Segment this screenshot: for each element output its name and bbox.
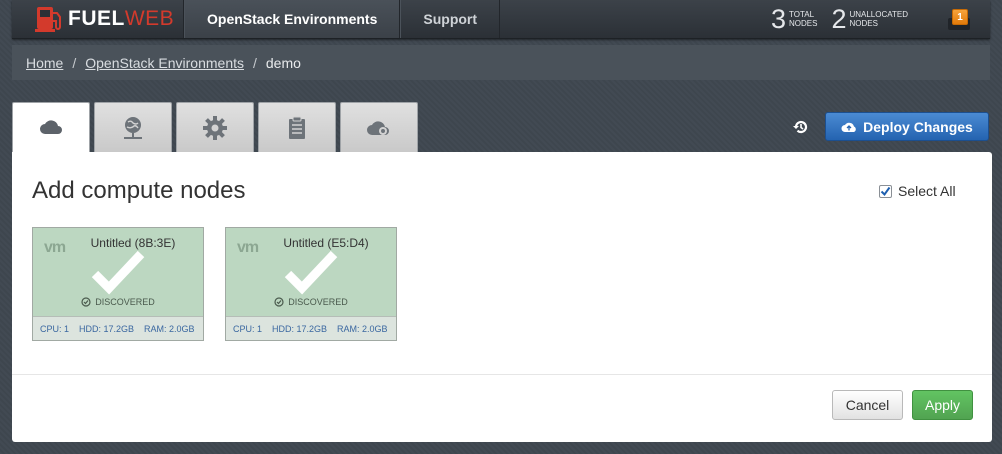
breadcrumb: Home / OpenStack Environments / demo bbox=[12, 45, 990, 80]
unallocated-nodes-label-line1: UNALLOCATED bbox=[849, 10, 908, 19]
environment-tabs bbox=[12, 102, 418, 153]
history-icon[interactable] bbox=[792, 118, 810, 136]
tab-network[interactable] bbox=[94, 102, 172, 152]
node-status: DISCOVERED bbox=[33, 297, 203, 307]
fuelweb-logo[interactable]: FUEL WEB bbox=[12, 0, 184, 38]
brand-fuel-text: FUEL bbox=[68, 7, 125, 30]
cloud-upload-icon bbox=[841, 122, 856, 132]
selected-checkmark-icon bbox=[91, 250, 145, 295]
node-ram: RAM: 2.0GB bbox=[337, 323, 388, 334]
node-specs: CPU: 1 HDD: 17.2GB RAM: 2.0GB bbox=[226, 316, 396, 340]
panel-divider bbox=[12, 374, 992, 375]
deploy-changes-label: Deploy Changes bbox=[863, 118, 973, 135]
node-status-text: DISCOVERED bbox=[288, 297, 348, 307]
tab-health-check[interactable] bbox=[340, 102, 418, 152]
unallocated-nodes-count: 2 bbox=[831, 3, 847, 34]
cloud-health-icon bbox=[367, 120, 389, 135]
checkmark-icon bbox=[880, 186, 891, 196]
node-card[interactable]: vm Untitled (8B:3E) DISCOVERED CPU: 1 HD… bbox=[32, 227, 204, 341]
node-status-text: DISCOVERED bbox=[95, 297, 155, 307]
breadcrumb-separator: / bbox=[72, 54, 77, 71]
nav-support[interactable]: Support bbox=[400, 0, 501, 38]
total-nodes-label: TOTAL NODES bbox=[789, 10, 817, 28]
check-circle-icon bbox=[274, 297, 284, 307]
unallocated-nodes-stat[interactable]: 2 UNALLOCATED NODES bbox=[831, 4, 908, 35]
breadcrumb-current: demo bbox=[265, 54, 301, 71]
tab-nodes[interactable] bbox=[12, 102, 90, 153]
top-navbar: FUEL WEB OpenStack Environments Support 3… bbox=[12, 0, 990, 39]
brand-web-text: WEB bbox=[124, 7, 175, 30]
apply-button[interactable]: Apply bbox=[912, 390, 973, 420]
unallocated-nodes-label: UNALLOCATED NODES bbox=[849, 10, 908, 28]
selected-checkmark-icon bbox=[284, 250, 338, 295]
node-cpu: CPU: 1 bbox=[40, 323, 70, 334]
select-all-toggle[interactable]: Select All bbox=[879, 183, 956, 199]
network-icon bbox=[124, 116, 142, 139]
notifications-button[interactable]: 1 bbox=[946, 6, 972, 32]
total-nodes-label-line1: TOTAL bbox=[788, 10, 815, 19]
tab-settings[interactable] bbox=[176, 102, 254, 152]
clipboard-icon bbox=[289, 116, 305, 139]
total-nodes-stat[interactable]: 3 TOTAL NODES bbox=[771, 4, 817, 35]
select-all-label: Select All bbox=[898, 183, 956, 199]
node-name: Untitled (E5:D4) bbox=[283, 236, 369, 250]
node-stats: 3 TOTAL NODES 2 UNALLOCATED NODES 1 bbox=[771, 0, 990, 38]
add-nodes-panel: Add compute nodes Select All vm Untitled… bbox=[12, 152, 992, 442]
node-ram: RAM: 2.0GB bbox=[144, 323, 195, 334]
node-cpu: CPU: 1 bbox=[233, 323, 263, 334]
breadcrumb-openstack-environments[interactable]: OpenStack Environments bbox=[85, 55, 244, 71]
cloud-icon bbox=[40, 120, 62, 134]
node-name: Untitled (8B:3E) bbox=[90, 236, 176, 250]
check-circle-icon bbox=[81, 297, 91, 307]
total-nodes-label-line2: NODES bbox=[788, 19, 818, 28]
node-hdd: HDD: 17.2GB bbox=[79, 323, 135, 334]
node-hdd: HDD: 17.2GB bbox=[272, 323, 328, 334]
unallocated-nodes-label-line2: NODES bbox=[849, 19, 878, 28]
breadcrumb-separator: / bbox=[253, 54, 257, 71]
node-status: DISCOVERED bbox=[226, 297, 396, 307]
breadcrumb-home[interactable]: Home bbox=[26, 55, 63, 71]
fuel-pump-icon bbox=[35, 7, 61, 32]
node-card[interactable]: vm Untitled (E5:D4) DISCOVERED CPU: 1 HD… bbox=[225, 227, 397, 341]
gear-icon bbox=[203, 115, 227, 140]
node-specs: CPU: 1 HDD: 17.2GB RAM: 2.0GB bbox=[33, 316, 203, 340]
deploy-changes-button[interactable]: Deploy Changes bbox=[825, 112, 989, 141]
nav-openstack-environments[interactable]: OpenStack Environments bbox=[184, 0, 401, 38]
cancel-button[interactable]: Cancel bbox=[832, 390, 903, 420]
notification-count-badge: 1 bbox=[952, 9, 968, 25]
select-all-checkbox[interactable] bbox=[879, 184, 892, 198]
tab-logs[interactable] bbox=[258, 102, 336, 152]
total-nodes-count: 3 bbox=[770, 3, 786, 34]
node-list: vm Untitled (8B:3E) DISCOVERED CPU: 1 HD… bbox=[32, 227, 397, 341]
page-title: Add compute nodes bbox=[32, 177, 246, 204]
